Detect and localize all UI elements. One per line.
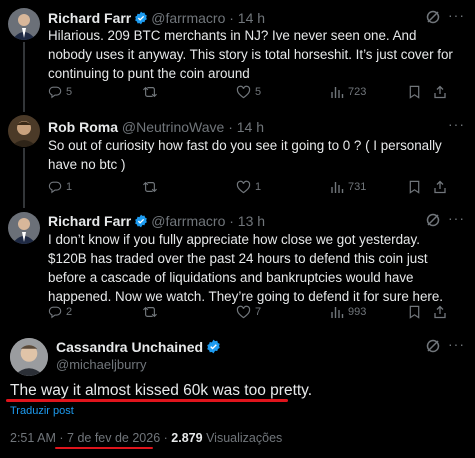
views-count: 993 — [348, 306, 367, 318]
repost-icon — [143, 181, 157, 193]
author-name[interactable]: Cassandra Unchained — [56, 339, 224, 357]
author-handle[interactable]: @farrmacro — [151, 213, 225, 229]
action-bar: 1 1 731 — [48, 180, 468, 198]
tweet-tools — [408, 85, 447, 99]
action-bar: 2 7 993 — [48, 305, 468, 323]
tweet-meta: 2:51 AM · 7 de fev de 2026 · 2.879 Visua… — [10, 431, 282, 445]
repost-icon — [143, 86, 157, 98]
tweet-text: The way it almost kissed 60k was too pre… — [10, 382, 313, 399]
thread-line — [23, 42, 25, 112]
author-handle[interactable]: @michaeljburry — [56, 357, 147, 372]
share-icon[interactable] — [433, 180, 447, 194]
bookmark-icon[interactable] — [408, 85, 421, 99]
repost-button[interactable] — [142, 180, 162, 194]
author-handle[interactable]: @farrmacro — [151, 10, 225, 26]
timestamp[interactable]: · 14 h — [228, 119, 264, 135]
author-handle[interactable]: @NeutrinoWave — [122, 119, 224, 135]
timestamp[interactable]: · 13 h — [229, 213, 265, 229]
share-icon[interactable] — [433, 305, 447, 319]
author-name[interactable]: Richard Farr — [48, 213, 131, 229]
more-options-icon[interactable]: ··· — [448, 116, 465, 132]
verified-badge-icon — [206, 339, 221, 357]
reply-icon — [48, 181, 62, 194]
author-name-text[interactable]: Cassandra Unchained — [56, 339, 203, 355]
views-button[interactable]: 723 — [330, 85, 366, 99]
views-icon — [331, 87, 344, 98]
reply-icon — [48, 86, 62, 99]
more-options-icon[interactable]: ··· — [448, 336, 465, 352]
views-count: 2.879 — [171, 431, 203, 445]
tweet-header: Richard Farr @farrmacro · 14 h — [48, 9, 265, 27]
bookmark-icon[interactable] — [408, 180, 421, 194]
reply-count: 1 — [66, 181, 73, 193]
more-options-icon[interactable]: ··· — [448, 210, 465, 226]
timestamp[interactable]: · 14 h — [229, 10, 265, 26]
tweet-date[interactable]: 7 de fev de 2026 — [67, 431, 160, 445]
reply-count: 2 — [66, 306, 73, 318]
tweet-text: I don’t know if you fully appreciate how… — [48, 232, 444, 304]
like-count: 7 — [255, 306, 262, 318]
views-icon — [331, 182, 344, 193]
views-icon — [331, 307, 344, 318]
annotation-underline — [55, 447, 153, 449]
tweet-tools — [408, 305, 447, 319]
views-label: Visualizações — [206, 431, 283, 445]
like-icon — [236, 305, 251, 319]
action-bar: 5 5 723 — [48, 85, 468, 103]
share-icon[interactable] — [433, 85, 447, 99]
tweet-time[interactable]: 2:51 AM — [10, 431, 56, 445]
reply-count: 5 — [66, 86, 73, 98]
like-icon — [236, 180, 251, 194]
views-count: 723 — [348, 86, 367, 98]
like-count: 1 — [255, 181, 262, 193]
meta-separator: · — [163, 431, 168, 445]
avatar[interactable] — [8, 212, 40, 244]
translate-link[interactable]: Traduzir post — [10, 405, 74, 417]
like-count: 5 — [255, 86, 262, 98]
like-icon — [236, 85, 251, 99]
views-count: 731 — [348, 181, 367, 193]
like-button[interactable]: 7 — [236, 305, 261, 319]
more-options-icon[interactable]: ··· — [448, 7, 465, 23]
like-button[interactable]: 5 — [236, 85, 261, 99]
tweet-text: Hilarious. 209 BTC merchants in NJ? Ive … — [48, 28, 453, 81]
grok-icon[interactable] — [425, 338, 441, 359]
repost-icon — [143, 306, 157, 318]
tweet-header: Rob Roma @NeutrinoWave · 14 h — [48, 118, 264, 136]
author-name[interactable]: Richard Farr — [48, 10, 131, 26]
reply-button[interactable]: 2 — [48, 305, 72, 319]
annotation-underline — [6, 399, 288, 402]
reply-button[interactable]: 5 — [48, 85, 72, 99]
thread-line — [23, 148, 25, 208]
author-name[interactable]: Rob Roma — [48, 119, 118, 135]
tweet-header: Richard Farr @farrmacro · 13 h — [48, 212, 265, 230]
views-button[interactable]: 993 — [330, 305, 366, 319]
tweet-tools — [408, 180, 447, 194]
meta-separator: · — [59, 431, 64, 445]
reply-icon — [48, 306, 62, 319]
avatar[interactable] — [8, 8, 40, 40]
reply-button[interactable]: 1 — [48, 180, 72, 194]
like-button[interactable]: 1 — [236, 180, 261, 194]
views-button[interactable]: 731 — [330, 180, 366, 194]
avatar[interactable] — [10, 338, 48, 376]
repost-button[interactable] — [142, 305, 162, 319]
repost-button[interactable] — [142, 85, 162, 99]
bookmark-icon[interactable] — [408, 305, 421, 319]
tweet-text: So out of curiosity how fast do you see … — [48, 138, 442, 172]
avatar[interactable] — [8, 115, 40, 147]
